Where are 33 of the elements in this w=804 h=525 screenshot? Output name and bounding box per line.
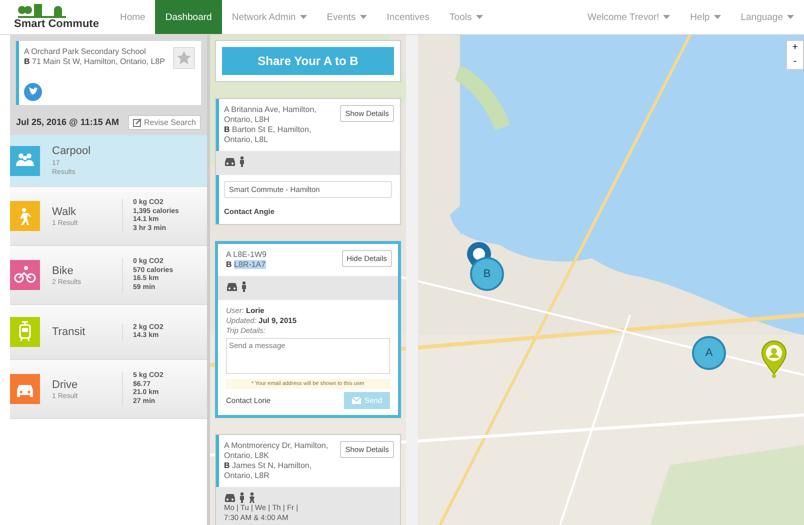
- nav-link[interactable]: Language: [730, 0, 804, 34]
- address-line: B 71 Main St W, Hamilton, Ontario, L8P: [24, 57, 166, 67]
- logo-text: Smart Commute: [14, 18, 99, 30]
- mode-name: Drive: [52, 378, 79, 390]
- envelope-icon: [352, 397, 362, 404]
- walking-person-icon: [19, 207, 31, 225]
- address-line: A Orchard Park Secondary School: [24, 47, 147, 57]
- mode-name: Carpool: [52, 144, 92, 156]
- nav-link[interactable]: Events: [316, 0, 377, 34]
- address-line: A L8E-1W9: [226, 250, 268, 260]
- person-pin-icon: [760, 340, 788, 378]
- address-line: A Montmorency Dr, Hamilton, Ontario, L8K: [224, 441, 330, 461]
- scrollbar[interactable]: [406, 35, 418, 525]
- mode-name: Bike: [52, 264, 74, 276]
- address-line: B L8R-1A7: [226, 260, 267, 270]
- mode-name: Transit: [52, 326, 86, 338]
- bird-icon: [24, 83, 42, 101]
- address-line: B Barton St E, Hamilton, Ontario, L8L: [224, 125, 312, 145]
- share-button[interactable]: Share Your A to B: [222, 47, 394, 75]
- revise-search-button[interactable]: Revise Search: [128, 114, 201, 130]
- nav-link[interactable]: Incentives: [376, 0, 440, 34]
- nav-link[interactable]: Welcome Trevor!: [578, 0, 680, 34]
- nav-link[interactable]: Dashboard: [155, 0, 222, 34]
- edit-icon: [132, 118, 142, 126]
- nav-link[interactable]: Network Admin: [222, 0, 317, 34]
- nav-link[interactable]: Home: [110, 0, 156, 34]
- address-line: B James St N, Hamilton, Ontario, L8R: [224, 461, 313, 481]
- address-line: A Britannia Ave, Hamilton, Ontario, L8H: [224, 105, 318, 125]
- mode-name: Walk: [52, 206, 78, 218]
- nav-link[interactable]: Tools: [440, 0, 493, 34]
- search-datetime: Jul 25, 2016 @ 11:15 AM: [16, 117, 119, 127]
- nav-link[interactable]: Help: [680, 0, 731, 34]
- favorite-button[interactable]: [173, 47, 195, 69]
